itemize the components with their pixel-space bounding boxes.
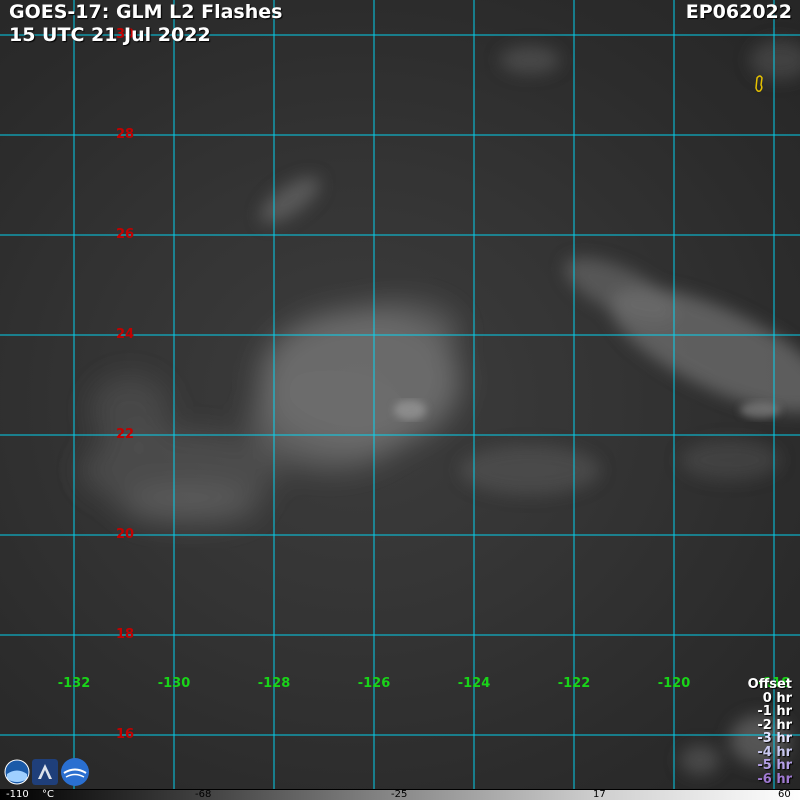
longitude-label: -130 [157, 676, 191, 691]
legend-item: -4 hr [757, 744, 792, 760]
legend-item: -2 hr [757, 717, 792, 733]
latitude-label: 28 [115, 127, 135, 142]
latitude-label: 16 [115, 727, 135, 742]
colorbar-label: -68 [195, 789, 212, 800]
rammb-logo [61, 758, 89, 786]
colorbar-label: 60 [778, 789, 791, 800]
colorbar-label: -110 [6, 789, 29, 800]
latitude-label: 22 [115, 427, 135, 442]
offset-legend: Offset 0 hr -1 hr -2 hr -3 hr -4 hr -5 h… [748, 678, 792, 786]
product-title: GOES-17: GLM L2 Flashes [9, 1, 283, 23]
legend-item: -1 hr [757, 704, 792, 719]
storm-id: EP062022 [685, 1, 792, 23]
colorbar-label: 17 [593, 789, 606, 800]
longitude-label: -124 [457, 676, 491, 691]
agency-logos [4, 757, 90, 787]
legend-item: -5 hr [757, 758, 792, 773]
colorbar-unit: °C [42, 789, 54, 800]
cira-logo [32, 759, 58, 785]
latitude-label: 20 [115, 527, 135, 542]
timestamp-title: 15 UTC 21 Jul 2022 [9, 24, 211, 46]
latitude-label: 26 [115, 227, 135, 242]
satellite-image: 30 28 26 24 22 20 18 16 -132 -130 -128 -… [0, 0, 800, 800]
latitude-label: 18 [115, 627, 135, 642]
longitude-label: -128 [257, 676, 291, 691]
longitude-label: -126 [357, 676, 391, 691]
lat-lon-grid [0, 0, 800, 790]
noaa-logo [4, 759, 30, 785]
longitude-label: -132 [57, 676, 91, 691]
legend-item: -6 hr [757, 771, 792, 787]
latitude-label: 24 [115, 327, 135, 342]
longitude-label: -122 [557, 676, 591, 691]
legend-title: Offset [747, 677, 792, 692]
legend-item: 0 hr [762, 690, 792, 706]
longitude-label: -120 [657, 676, 691, 691]
colorbar-label: -25 [391, 789, 408, 800]
legend-item: -3 hr [757, 731, 792, 746]
